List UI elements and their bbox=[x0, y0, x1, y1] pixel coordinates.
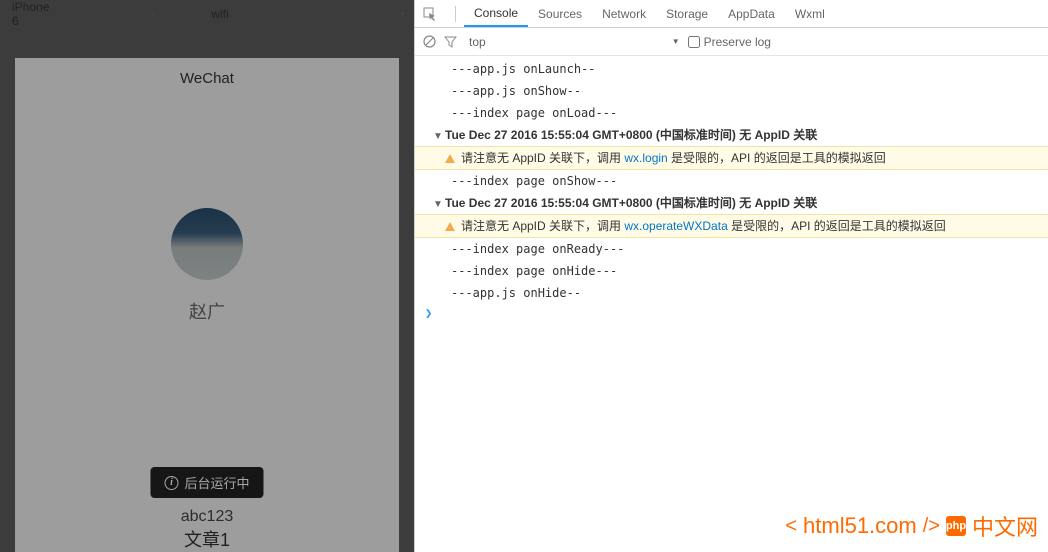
log-group[interactable]: ▼Tue Dec 27 2016 15:55:04 GMT+0800 (中国标准… bbox=[415, 192, 1048, 214]
collapse-arrow-icon[interactable]: ▼ bbox=[433, 129, 445, 144]
chevron-down-icon: ▼ bbox=[399, 10, 407, 19]
device-select[interactable]: iPhone 6 ▼ bbox=[0, 0, 169, 28]
bottom-texts: abc123 文章1 bbox=[181, 508, 234, 552]
network-select[interactable]: wifi ▼ bbox=[169, 7, 418, 21]
log-line: ---app.js onShow-- bbox=[415, 80, 1048, 102]
tab-network[interactable]: Network bbox=[592, 0, 656, 27]
console-prompt[interactable]: ❯ bbox=[415, 304, 1048, 322]
info-icon: i bbox=[164, 476, 178, 490]
log-line: ---app.js onLaunch-- bbox=[415, 58, 1048, 80]
console-toolbar: top ▼ Preserve log bbox=[415, 28, 1048, 56]
context-select[interactable]: top bbox=[469, 35, 486, 49]
log-line: ---index page onReady--- bbox=[415, 238, 1048, 260]
preserve-log-label: Preserve log bbox=[704, 35, 771, 49]
network-label: wifi bbox=[211, 7, 228, 21]
chevron-down-icon[interactable]: ▼ bbox=[672, 37, 680, 46]
bottom-text-1: abc123 bbox=[181, 508, 234, 526]
bottom-text-2: 文章1 bbox=[181, 526, 234, 552]
warning-icon bbox=[445, 222, 455, 231]
app-title: WeChat bbox=[180, 70, 234, 87]
preserve-log[interactable]: Preserve log bbox=[688, 35, 771, 49]
watermark: < html51.com /> php 中文网 bbox=[785, 510, 1038, 542]
log-line: ---index page onLoad--- bbox=[415, 102, 1048, 124]
devtools-panel: Console Sources Network Storage AppData … bbox=[414, 0, 1048, 552]
watermark-logo: php bbox=[946, 516, 966, 536]
avatar[interactable] bbox=[171, 208, 243, 280]
tab-storage[interactable]: Storage bbox=[656, 0, 718, 27]
background-running-badge: i 后台运行中 bbox=[150, 467, 263, 498]
device-bar: iPhone 6 ▼ wifi ▼ bbox=[0, 0, 414, 28]
angle-bracket-icon: < bbox=[785, 515, 797, 538]
bg-running-label: 后台运行中 bbox=[184, 473, 249, 492]
clear-console-icon[interactable] bbox=[423, 35, 436, 48]
log-line: ---index page onShow--- bbox=[415, 170, 1048, 192]
console-output[interactable]: ---app.js onLaunch-- ---app.js onShow-- … bbox=[415, 56, 1048, 552]
devtools-tabs: Console Sources Network Storage AppData … bbox=[415, 0, 1048, 28]
tab-sources[interactable]: Sources bbox=[528, 0, 592, 27]
log-warning: 请注意无 AppID 关联下，调用 wx.login 是受限的，API 的返回是… bbox=[415, 146, 1048, 170]
preserve-log-checkbox[interactable] bbox=[688, 36, 700, 48]
simulator-panel: iPhone 6 ▼ wifi ▼ WeChat 赵广 i 后台运行中 bbox=[0, 0, 414, 552]
log-group[interactable]: ▼Tue Dec 27 2016 15:55:04 GMT+0800 (中国标准… bbox=[415, 124, 1048, 146]
tab-console[interactable]: Console bbox=[464, 0, 528, 27]
username-label: 赵广 bbox=[189, 298, 225, 324]
tab-appdata[interactable]: AppData bbox=[718, 0, 785, 27]
log-line: ---index page onHide--- bbox=[415, 260, 1048, 282]
angle-bracket-icon: /> bbox=[923, 515, 940, 538]
element-picker-icon[interactable] bbox=[421, 5, 439, 23]
divider bbox=[455, 6, 456, 22]
watermark-text2: 中文网 bbox=[972, 510, 1038, 542]
log-warning: 请注意无 AppID 关联下，调用 wx.operateWXData 是受限的，… bbox=[415, 214, 1048, 238]
chevron-down-icon: ▼ bbox=[149, 10, 157, 19]
phone-frame: WeChat 赵广 i 后台运行中 abc123 文章1 bbox=[0, 28, 414, 552]
tab-wxml[interactable]: Wxml bbox=[785, 0, 835, 27]
log-line: ---app.js onHide-- bbox=[415, 282, 1048, 304]
watermark-text: html51.com bbox=[803, 513, 917, 539]
filter-icon[interactable] bbox=[444, 35, 457, 48]
warning-icon bbox=[445, 154, 455, 163]
app-header: WeChat bbox=[15, 58, 399, 98]
phone-screen: WeChat 赵广 i 后台运行中 abc123 文章1 bbox=[15, 58, 399, 552]
app-content: 赵广 i 后台运行中 abc123 文章1 bbox=[15, 98, 399, 552]
collapse-arrow-icon[interactable]: ▼ bbox=[433, 197, 445, 212]
device-label: iPhone 6 bbox=[12, 0, 49, 28]
